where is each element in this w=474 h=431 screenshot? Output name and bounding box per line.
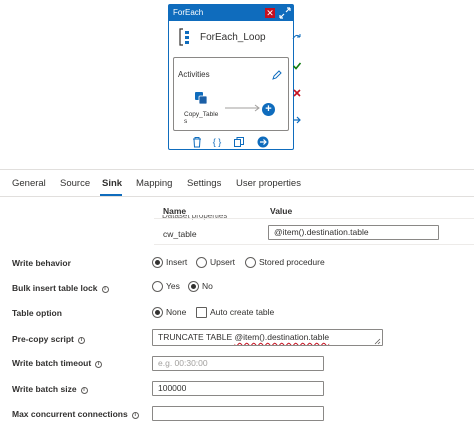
info-icon[interactable]: i	[77, 337, 85, 344]
table-header-divider	[154, 218, 474, 219]
timeout-placeholder: e.g. 00:30:00	[158, 358, 208, 368]
activity-type-label: ForEach	[173, 8, 204, 17]
dataset-param-name: cw_table	[163, 229, 197, 239]
timeout-label-text: Write batch timeout	[12, 358, 92, 368]
tab-general[interactable]: General	[12, 178, 46, 189]
pre-copy-script-input[interactable]: TRUNCATE TABLE @item().destination.table	[152, 329, 383, 346]
close-icon[interactable]: ✕	[265, 8, 275, 18]
skip-icon[interactable]	[292, 32, 302, 42]
delete-icon[interactable]	[191, 136, 203, 148]
dataset-properties-caption: Dataset properties	[162, 215, 227, 223]
info-icon[interactable]: i	[95, 361, 103, 368]
child-activity-label[interactable]: Copy_Tables	[184, 111, 220, 125]
pre-copy-label: Pre-copy script i	[12, 334, 85, 344]
tab-mapping[interactable]: Mapping	[136, 178, 172, 189]
pre-copy-prefix: TRUNCATE TABLE	[158, 332, 235, 342]
radio-none-label: None	[166, 307, 187, 317]
copy-activity-icon	[195, 92, 208, 105]
edit-icon[interactable]	[272, 70, 282, 80]
activities-label: Activities	[178, 70, 210, 79]
bulk-insert-label: Bulk insert table lock i	[12, 283, 109, 293]
radio-insert-circle[interactable]	[152, 257, 163, 268]
tab-settings[interactable]: Settings	[187, 178, 221, 189]
radio-yes-circle[interactable]	[152, 281, 163, 292]
radio-stored-procedure-circle[interactable]	[245, 257, 256, 268]
batch-size-label-text: Write batch size	[12, 384, 77, 394]
inner-activities-panel[interactable]: Activities Copy_Tables +	[173, 57, 289, 131]
table-option-label: Table option	[12, 308, 62, 318]
column-header-name: Name	[163, 206, 187, 216]
max-connections-label: Max concurrent connections i	[12, 409, 139, 419]
max-connections-input[interactable]	[152, 406, 324, 421]
completion-icon[interactable]	[292, 115, 302, 125]
foreach-activity-card[interactable]: ForEach ✕ ForEach_Loop Activities Copy_T…	[168, 4, 294, 150]
info-icon[interactable]: i	[131, 412, 139, 419]
tab-user-properties[interactable]: User properties	[236, 178, 301, 189]
radio-yes-label: Yes	[166, 281, 180, 291]
batch-size-label: Write batch size i	[12, 384, 88, 394]
radio-no-label: No	[202, 281, 213, 291]
max-connections-label-text: Max concurrent connections	[12, 409, 128, 419]
add-icon[interactable]: +	[262, 103, 275, 116]
auto-create-table-label: Auto create table	[210, 307, 275, 317]
radio-insert-label: Insert	[166, 257, 188, 267]
pre-copy-label-text: Pre-copy script	[12, 334, 74, 344]
radio-upsert-circle[interactable]	[196, 257, 207, 268]
canvas-divider	[0, 169, 474, 170]
arrow-icon	[225, 104, 260, 112]
pre-copy-expression: @item().destination.table	[234, 332, 330, 342]
radio-upsert-label: Upsert	[210, 257, 236, 267]
timeout-input[interactable]: e.g. 00:30:00	[152, 356, 324, 371]
clone-icon[interactable]	[233, 136, 245, 148]
dataset-param-value-input[interactable]: @item().destination.table	[268, 225, 439, 240]
success-icon[interactable]	[292, 61, 302, 71]
info-icon[interactable]: i	[101, 286, 109, 293]
column-header-value: Value	[270, 206, 293, 216]
batch-size-input[interactable]: 100000	[152, 381, 324, 396]
timeout-label: Write batch timeout i	[12, 358, 103, 368]
auto-create-table-box[interactable]	[196, 307, 207, 318]
activity-toolbar: { }	[169, 136, 293, 150]
table-row-divider	[154, 244, 474, 245]
radio-stored-procedure-label: Stored procedure	[259, 257, 325, 267]
bulk-insert-label-text: Bulk insert table lock	[12, 283, 98, 293]
foreach-icon	[179, 28, 189, 46]
go-icon[interactable]	[257, 136, 269, 148]
resize-handle-icon[interactable]	[374, 338, 381, 345]
code-icon[interactable]: { }	[211, 136, 223, 148]
failure-icon[interactable]	[292, 88, 302, 98]
tab-source[interactable]: Source	[60, 178, 90, 189]
info-icon[interactable]: i	[80, 387, 88, 394]
radio-none-circle[interactable]	[152, 307, 163, 318]
tabs-divider	[0, 196, 474, 197]
tab-sink[interactable]: Sink	[102, 178, 122, 189]
expand-icon[interactable]	[279, 7, 291, 19]
write-behavior-label: Write behavior	[12, 258, 71, 268]
radio-no-circle[interactable]	[188, 281, 199, 292]
activity-name[interactable]: ForEach_Loop	[200, 32, 266, 43]
